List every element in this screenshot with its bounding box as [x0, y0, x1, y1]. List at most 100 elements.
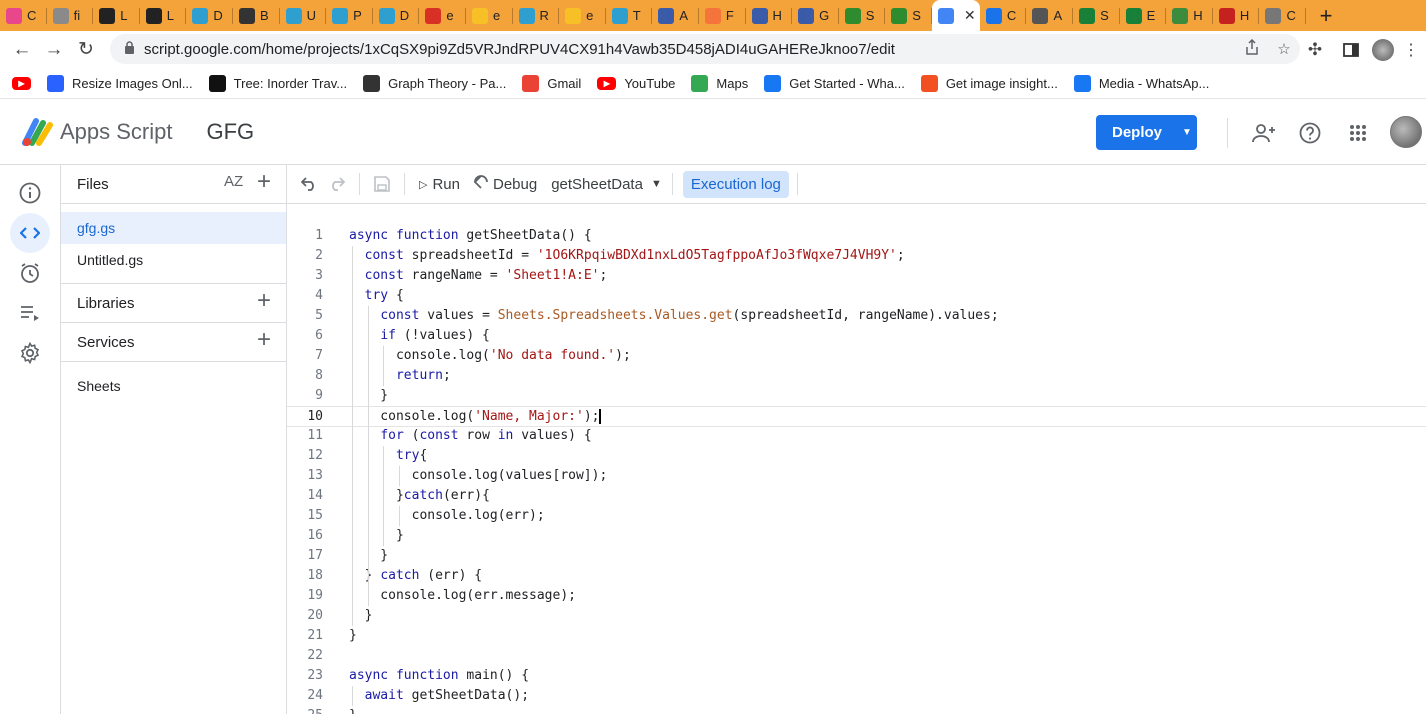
add-collaborator-icon[interactable]: [1251, 120, 1277, 146]
editor-code-icon[interactable]: [10, 213, 50, 253]
code-line[interactable]: 9 }: [287, 386, 1426, 406]
browser-tab[interactable]: e: [466, 0, 513, 31]
app-name[interactable]: Apps Script: [60, 119, 173, 145]
services-section[interactable]: Services +: [61, 323, 286, 362]
code-text[interactable]: async function main() {: [349, 666, 529, 686]
save-icon[interactable]: [368, 170, 396, 198]
code-line[interactable]: 11 for (const row in values) {: [287, 426, 1426, 446]
code-line[interactable]: 7 console.log('No data found.');: [287, 346, 1426, 366]
back-icon[interactable]: ←: [6, 34, 38, 66]
code-line[interactable]: 20 }: [287, 606, 1426, 626]
browser-tab[interactable]: A: [652, 0, 699, 31]
apps-script-logo-icon[interactable]: [22, 117, 54, 147]
code-text[interactable]: } catch (err) {: [349, 566, 482, 586]
project-title[interactable]: GFG: [207, 119, 255, 145]
account-avatar[interactable]: [1390, 116, 1422, 148]
code-line[interactable]: 17 }: [287, 546, 1426, 566]
bookmark-item[interactable]: ▶ YouTube: [597, 76, 675, 91]
code-text[interactable]: try{: [349, 446, 427, 466]
code-text[interactable]: console.log('Name, Major:');: [349, 407, 602, 426]
browser-tab[interactable]: P: [326, 0, 373, 31]
add-file-icon[interactable]: +: [257, 168, 271, 196]
browser-tab[interactable]: S: [839, 0, 886, 31]
code-line[interactable]: 3 const rangeName = 'Sheet1!A:E';: [287, 266, 1426, 286]
forward-icon[interactable]: →: [38, 34, 70, 66]
code-text[interactable]: await getSheetData();: [349, 686, 529, 706]
code-text[interactable]: }: [349, 706, 357, 714]
code-text[interactable]: console.log(err.message);: [349, 586, 576, 606]
code-text[interactable]: const rangeName = 'Sheet1!A:E';: [349, 266, 608, 286]
browser-tab[interactable]: e: [419, 0, 466, 31]
code-line[interactable]: 23 async function main() {: [287, 666, 1426, 686]
bookmark-star-icon[interactable]: ☆: [1268, 40, 1300, 58]
sort-az-icon[interactable]: AZ: [224, 173, 243, 190]
code-line[interactable]: 14 }catch(err){: [287, 486, 1426, 506]
code-line[interactable]: 8 return;: [287, 366, 1426, 386]
code-text[interactable]: return;: [349, 366, 451, 386]
code-text[interactable]: try {: [349, 286, 404, 306]
browser-tab[interactable]: H: [1213, 0, 1260, 31]
help-icon[interactable]: [1297, 120, 1323, 146]
code-line[interactable]: 22: [287, 646, 1426, 666]
browser-tab[interactable]: D: [186, 0, 233, 31]
add-service-icon[interactable]: +: [257, 326, 271, 354]
browser-tab[interactable]: S: [1073, 0, 1120, 31]
bookmark-item[interactable]: Get Started - Wha...: [764, 74, 905, 92]
code-text[interactable]: console.log('No data found.');: [349, 346, 631, 366]
code-text[interactable]: for (const row in values) {: [349, 426, 591, 446]
code-line[interactable]: 21}: [287, 626, 1426, 646]
code-line[interactable]: 18 } catch (err) {: [287, 566, 1426, 586]
browser-tab[interactable]: S: [885, 0, 932, 31]
browser-tab[interactable]: R: [513, 0, 560, 31]
close-tab-icon[interactable]: ✕: [964, 7, 976, 24]
browser-tab[interactable]: G: [792, 0, 839, 31]
profile-avatar[interactable]: [1372, 38, 1394, 61]
file-item-untitled[interactable]: Untitled.gs: [61, 244, 286, 276]
redo-icon[interactable]: [323, 170, 351, 198]
bookmark-item[interactable]: Maps: [691, 74, 748, 92]
browser-tab[interactable]: C: [980, 0, 1027, 31]
share-icon[interactable]: [1236, 38, 1268, 59]
code-text[interactable]: async function getSheetData() {: [349, 226, 592, 246]
add-library-icon[interactable]: +: [257, 287, 271, 315]
code-line[interactable]: 1 async function getSheetData() {: [287, 226, 1426, 246]
service-item-sheets[interactable]: Sheets: [61, 364, 286, 408]
settings-gear-icon[interactable]: [10, 333, 50, 373]
triggers-clock-icon[interactable]: [10, 253, 50, 293]
browser-menu-icon[interactable]: ⋮: [1402, 40, 1420, 60]
extensions-icon[interactable]: ✣: [1300, 40, 1330, 60]
code-line[interactable]: 2 const spreadsheetId = '1O6KRpqiwBDXd1n…: [287, 246, 1426, 266]
code-text[interactable]: if (!values) {: [349, 326, 490, 346]
browser-tab[interactable]: fi: [47, 0, 94, 31]
browser-tab[interactable]: L: [93, 0, 140, 31]
new-tab-icon[interactable]: +: [1306, 0, 1346, 31]
code-text[interactable]: const values = Sheets.Spreadsheets.Value…: [349, 306, 998, 326]
browser-tab[interactable]: A: [1026, 0, 1074, 31]
executions-list-icon[interactable]: [10, 293, 50, 333]
bookmark-item[interactable]: Get image insight...: [920, 74, 1058, 92]
code-line[interactable]: 24 await getSheetData();: [287, 686, 1426, 706]
code-line[interactable]: 6 if (!values) {: [287, 326, 1426, 346]
apps-grid-icon[interactable]: [1345, 120, 1371, 146]
browser-tab[interactable]: H: [1166, 0, 1213, 31]
undo-icon[interactable]: [295, 170, 323, 198]
browser-tab[interactable]: L: [140, 0, 187, 31]
overview-icon[interactable]: [10, 173, 50, 213]
browser-tab[interactable]: E: [1120, 0, 1167, 31]
code-line[interactable]: 12 try{: [287, 446, 1426, 466]
browser-tab[interactable]: F: [699, 0, 746, 31]
browser-tab[interactable]: U: [280, 0, 327, 31]
code-text[interactable]: console.log(values[row]);: [349, 466, 608, 486]
code-line[interactable]: 4 try {: [287, 286, 1426, 306]
code-line[interactable]: 15 console.log(err);: [287, 506, 1426, 526]
url-text[interactable]: script.google.com/home/projects/1xCqSX9p…: [144, 41, 1236, 58]
code-text[interactable]: const spreadsheetId = '1O6KRpqiwBDXd1nxL…: [349, 246, 905, 266]
code-text[interactable]: }: [349, 626, 357, 646]
file-item-gfg[interactable]: gfg.gs: [61, 212, 286, 244]
browser-tab[interactable]: D: [373, 0, 420, 31]
code-line[interactable]: 5 const values = Sheets.Spreadsheets.Val…: [287, 306, 1426, 326]
browser-tab[interactable]: e: [559, 0, 606, 31]
browser-tab[interactable]: H: [746, 0, 793, 31]
bookmark-item[interactable]: Media - WhatsAp...: [1073, 74, 1209, 92]
browser-tab[interactable]: ✕: [931, 0, 980, 31]
